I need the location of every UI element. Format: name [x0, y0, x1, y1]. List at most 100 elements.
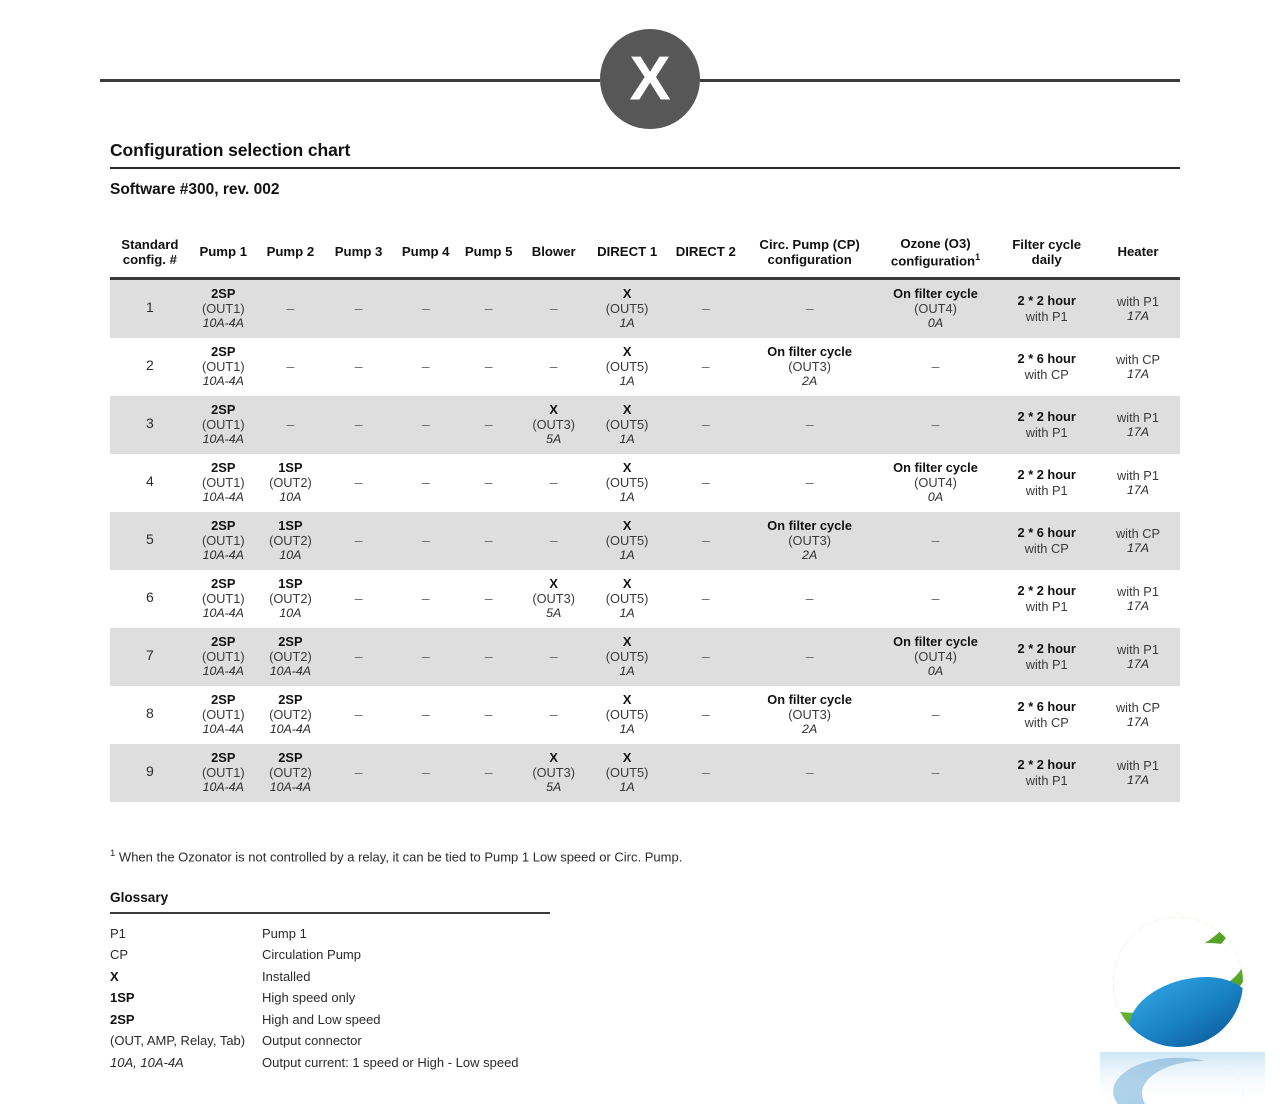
- table-body: 1 2SP (OUT1) 10A-4A – – – – – X (OUT5) 1A – – On filte…: [110, 278, 1180, 802]
- value-primary: On filter cycle: [893, 286, 978, 302]
- cell-ozone: On filter cycle (OUT4) 0A: [873, 278, 998, 338]
- cell-stack: On filter cycle (OUT3) 2A: [747, 518, 873, 563]
- glossary-term: 1SP: [110, 990, 135, 1006]
- col-header-pump3: Pump 3: [334, 244, 383, 260]
- cell-stack: 2SP (OUT2) 10A-4A: [258, 692, 323, 737]
- empty-dash: –: [484, 648, 493, 665]
- value-primary: 2 * 2 hour: [1017, 641, 1076, 657]
- value-current: 10A-4A: [202, 722, 244, 737]
- col-header-pump2: Pump 2: [266, 244, 315, 260]
- value-current: 2A: [802, 548, 818, 563]
- col-header-direct2: DIRECT 2: [675, 244, 736, 260]
- cell-stack: 2SP (OUT1) 10A-4A: [191, 402, 256, 447]
- empty-dash: –: [805, 300, 814, 317]
- empty-dash: –: [421, 416, 430, 433]
- cell-pump-5: –: [458, 743, 520, 802]
- value-connector: with CP: [1024, 366, 1069, 382]
- value-current: 1A: [619, 780, 635, 795]
- value-connector: with P1: [1025, 656, 1068, 672]
- value-current: 10A-4A: [202, 432, 244, 447]
- col-header-filter-cycle-line2: daily: [1031, 252, 1062, 268]
- empty-dash: –: [354, 474, 363, 491]
- empty-dash: –: [354, 300, 363, 317]
- empty-dash: –: [421, 532, 430, 549]
- cell-heater: with CP 17A: [1095, 685, 1180, 744]
- value-current: 1A: [619, 432, 635, 447]
- table-header: Standard config. # Pump 1 Pump 2 Pump 3 …: [110, 234, 1180, 279]
- config-number: 9: [145, 763, 154, 780]
- col-header-ozone: Ozone (O3) configuration1: [874, 234, 998, 278]
- value-primary: On filter cycle: [767, 692, 852, 708]
- cell-pump-1: 2SP (OUT1) 10A-4A: [189, 569, 257, 628]
- cell-pump-1: 2SP (OUT1) 10A-4A: [189, 627, 257, 686]
- value-current: 17A: [1126, 424, 1150, 439]
- cell-stack: 2SP (OUT1) 10A-4A: [191, 634, 256, 679]
- value-current: 10A-4A: [202, 548, 244, 563]
- glossary-row: 1SP High speed only: [110, 988, 550, 1009]
- empty-dash: –: [354, 590, 363, 607]
- value-current: 1A: [619, 374, 635, 389]
- empty-dash: –: [549, 358, 558, 375]
- value-primary: 2SP: [211, 634, 236, 650]
- empty-dash: –: [484, 706, 493, 723]
- config-number: 2: [145, 357, 154, 374]
- value-current: 0A: [927, 316, 944, 331]
- table-row: 8 2SP (OUT1) 10A-4A 2SP (OUT2) 10A-4A – – – – X (OUT…: [110, 685, 1180, 744]
- empty-dash: –: [421, 764, 430, 781]
- cell-stack: On filter cycle (OUT3) 2A: [747, 692, 873, 737]
- config-number: 1: [145, 299, 154, 316]
- cell-pump-5: –: [458, 453, 520, 512]
- value-connector: (OUT5): [605, 707, 649, 723]
- table-row: 4 2SP (OUT1) 10A-4A 1SP (OUT2) 10A – – – – X (OUT5) 1…: [110, 453, 1180, 512]
- value-current: 1A: [619, 490, 635, 505]
- empty-dash: –: [805, 648, 814, 665]
- cell-ozone: –: [873, 743, 998, 802]
- value-primary: 2SP: [211, 286, 236, 302]
- value-primary: 2SP: [211, 344, 236, 360]
- cell-pump-4: –: [393, 278, 459, 338]
- table-row: 3 2SP (OUT1) 10A-4A – – – – X (OUT3) 5A X (OUT5) 1A – –…: [110, 395, 1180, 454]
- value-primary: 1SP: [278, 518, 303, 534]
- col-header-ozone-line2: configuration: [890, 252, 976, 268]
- value-connector: (OUT4): [914, 301, 957, 317]
- cell-pump-5: –: [458, 511, 520, 570]
- cell-stack: with CP 17A: [1097, 352, 1179, 382]
- empty-dash: –: [805, 764, 814, 781]
- col-header-standard-config-line1: Standard: [121, 236, 179, 252]
- value-primary: 2 * 2 hour: [1017, 583, 1076, 599]
- glossary-row: 10A, 10A-4A Output current: 1 speed or Hi…: [110, 1052, 550, 1073]
- footnote-text: When the Ozonator is not controlled by a…: [118, 849, 683, 865]
- cell-heater: with P1 17A: [1095, 395, 1180, 454]
- empty-dash: –: [549, 474, 558, 491]
- cell-standard-config: 8: [110, 685, 190, 744]
- empty-dash: –: [701, 648, 710, 665]
- value-primary: 2SP: [211, 518, 236, 534]
- cell-stack: X (OUT5) 1A: [589, 518, 665, 563]
- cell-ozone: –: [873, 395, 998, 454]
- cell-pump-4: –: [393, 511, 459, 570]
- value-connector: (OUT1): [201, 649, 245, 665]
- value-current: 10A-4A: [202, 374, 244, 389]
- value-connector: (OUT5): [605, 533, 649, 549]
- cell-pump-2: –: [256, 278, 324, 338]
- cell-direct-2: –: [665, 743, 746, 802]
- value-primary: 2SP: [211, 750, 236, 766]
- value-primary: 2SP: [211, 692, 236, 708]
- glossary-title: Glossary: [110, 890, 169, 905]
- value-current: 10A: [279, 490, 302, 505]
- cell-stack: X (OUT5) 1A: [589, 692, 665, 737]
- value-primary: 2SP: [211, 460, 236, 476]
- empty-dash: –: [931, 706, 940, 723]
- cell-blower: –: [519, 278, 589, 338]
- cell-pump-3: –: [323, 743, 394, 802]
- value-primary: X: [549, 750, 558, 766]
- value-connector: (OUT3): [788, 533, 831, 549]
- value-current: 17A: [1126, 656, 1150, 671]
- config-number: 5: [145, 531, 154, 548]
- x-badge-logo: X: [600, 29, 700, 129]
- empty-dash: –: [484, 358, 493, 375]
- cell-pump-4: –: [393, 569, 459, 628]
- value-connector: with P1: [1025, 424, 1068, 440]
- x-badge-letter: X: [629, 45, 670, 114]
- empty-dash: –: [286, 416, 295, 433]
